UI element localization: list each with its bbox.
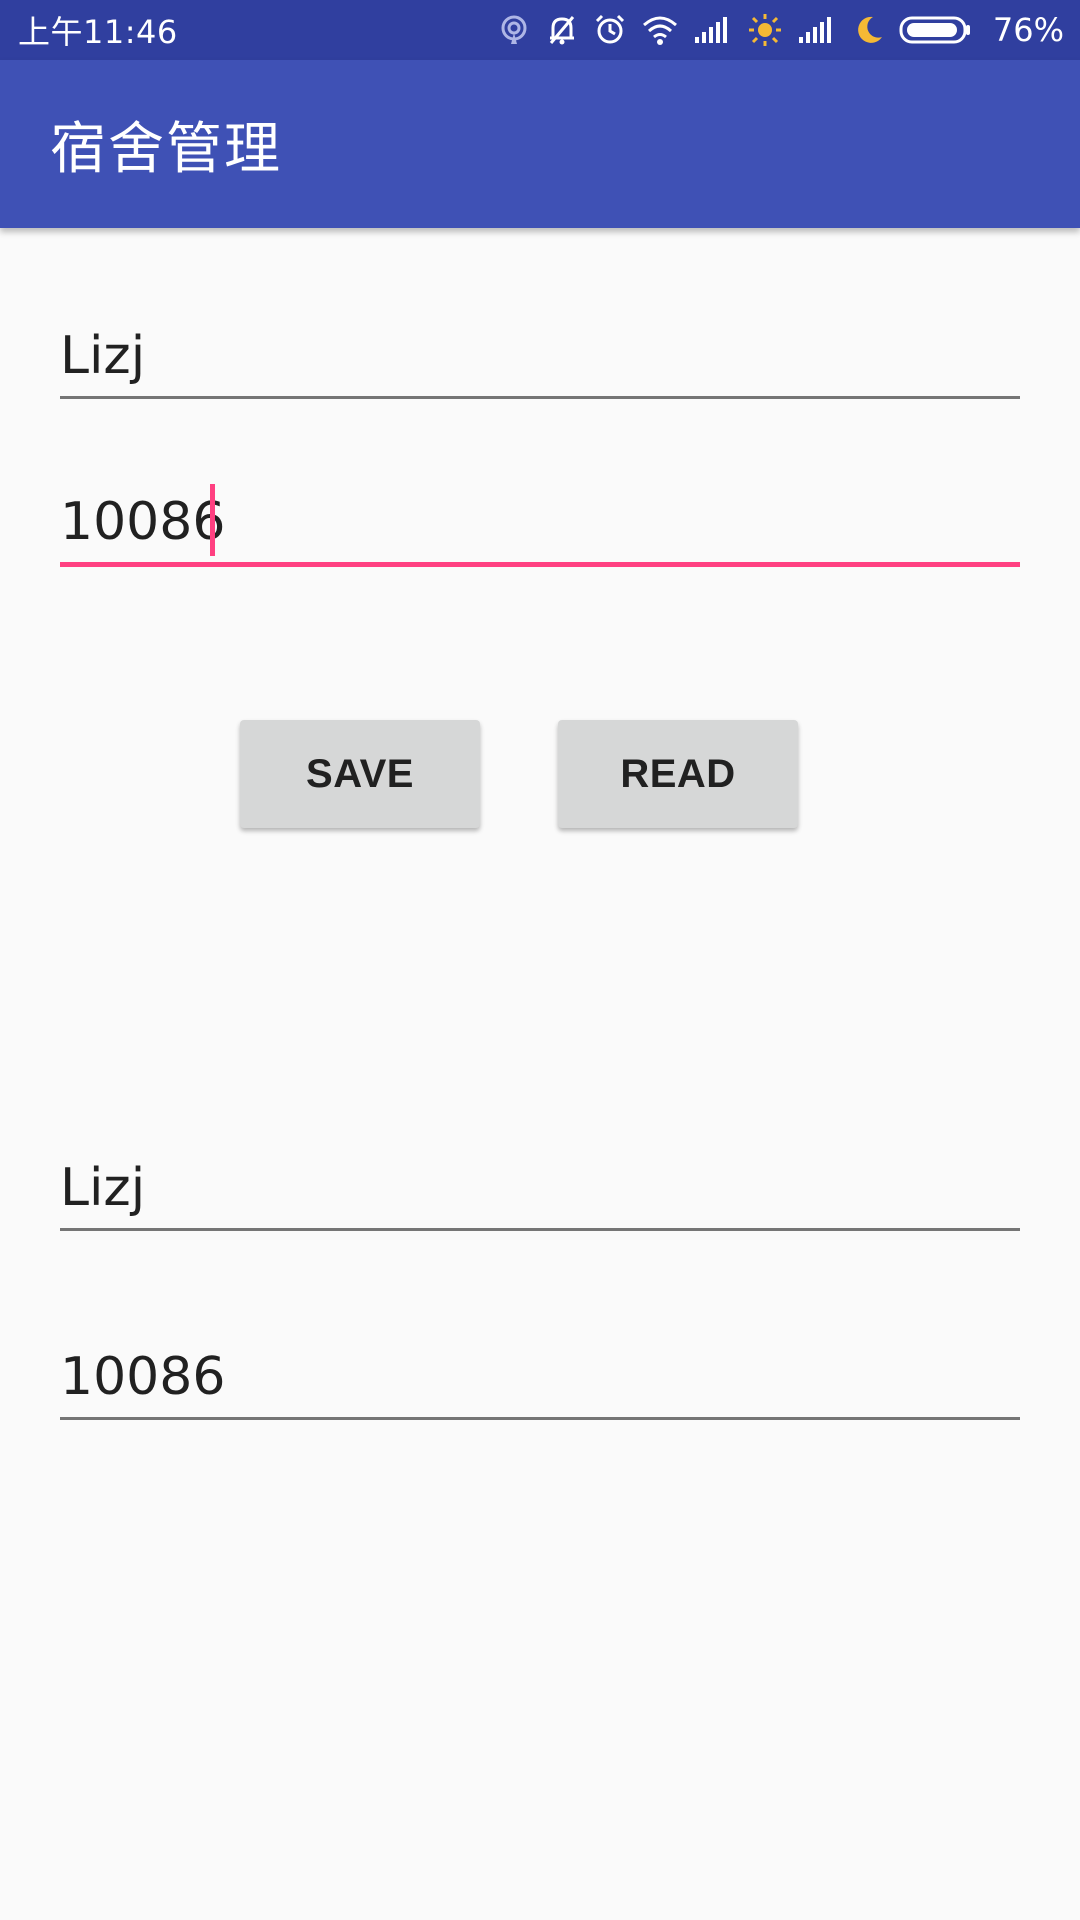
result-number-field xyxy=(60,1337,1020,1420)
result-number-input[interactable] xyxy=(60,1337,1020,1417)
signal-icon xyxy=(797,15,837,45)
result-name-input[interactable] xyxy=(60,1148,1020,1228)
number-input-field xyxy=(60,482,1020,567)
battery-icon xyxy=(899,14,973,46)
result-name-field xyxy=(60,1148,1020,1231)
number-input-underline xyxy=(60,562,1020,567)
alarm-icon xyxy=(593,13,627,47)
hotspot-icon xyxy=(497,13,531,47)
wifi-icon xyxy=(641,13,679,47)
number-input[interactable] xyxy=(60,482,1020,562)
battery-percent: 76% xyxy=(992,11,1064,49)
read-button[interactable]: READ xyxy=(558,720,798,828)
status-icons: 76% xyxy=(497,11,1064,49)
name-input-underline xyxy=(60,396,1020,399)
status-bar: 上午11:46 76% xyxy=(0,0,1080,60)
app-title: 宿舍管理 xyxy=(50,116,282,182)
moon-icon xyxy=(851,13,885,47)
signal-icon xyxy=(693,15,733,45)
result-number-underline xyxy=(60,1417,1020,1420)
sun-icon xyxy=(747,12,783,48)
name-input-field xyxy=(60,316,1020,399)
text-cursor xyxy=(210,484,215,556)
name-input[interactable] xyxy=(60,316,1020,396)
save-button[interactable]: SAVE xyxy=(240,720,480,828)
app-bar: 宿舍管理 xyxy=(0,60,1080,228)
result-name-underline xyxy=(60,1228,1020,1231)
bell-off-icon xyxy=(545,13,579,47)
status-time: 上午11:46 xyxy=(18,13,178,51)
